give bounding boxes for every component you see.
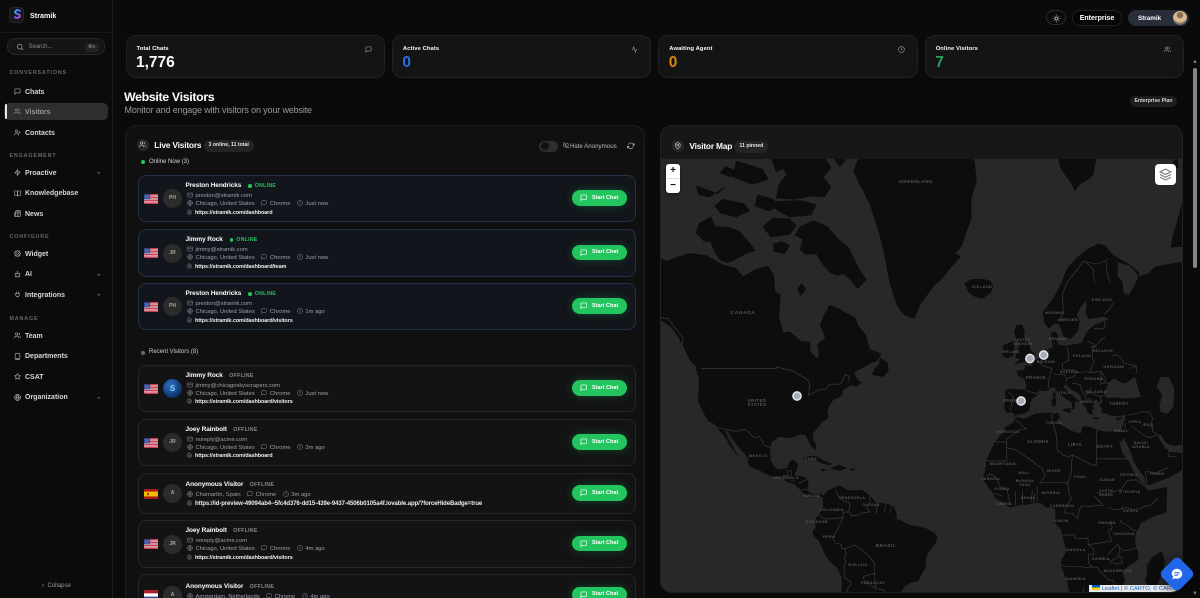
svg-text:SENEGAL: SENEGAL (981, 477, 1000, 481)
svg-text:TANZANIA: TANZANIA (1113, 532, 1135, 536)
svg-text:POLAND: POLAND (1073, 354, 1092, 358)
svg-text:GUATEMALA: GUATEMALA (773, 476, 799, 480)
svg-text:MOROCCO: MOROCCO (996, 430, 1019, 434)
svg-text:ARABIA: ARABIA (1132, 444, 1150, 449)
svg-text:ECUADOR: ECUADOR (806, 520, 828, 524)
svg-text:TURKEY: TURKEY (1109, 401, 1128, 406)
svg-text:YEMEN: YEMEN (1150, 472, 1165, 476)
svg-text:GUINEA: GUINEA (994, 487, 1010, 491)
svg-text:KINGDOM: KINGDOM (1013, 342, 1032, 346)
svg-text:LIBERIA: LIBERIA (996, 502, 1012, 506)
svg-text:ETHIOPIA: ETHIOPIA (1119, 490, 1140, 494)
svg-text:NORWAY: NORWAY (1045, 310, 1065, 315)
svg-text:SWEDEN: SWEDEN (1058, 317, 1078, 322)
svg-text:DENMARK: DENMARK (1049, 337, 1069, 341)
svg-text:SPAIN: SPAIN (1003, 398, 1017, 403)
svg-text:BELGIUM: BELGIUM (1037, 360, 1055, 364)
svg-text:SUDAN: SUDAN (1099, 493, 1113, 497)
svg-text:FINLAND: FINLAND (1092, 297, 1113, 302)
svg-text:RWANDA: RWANDA (1098, 521, 1116, 525)
svg-text:NIGER: NIGER (1047, 469, 1061, 473)
svg-text:EGYPT: EGYPT (1097, 444, 1113, 449)
svg-text:COLOMBIA: COLOMBIA (820, 508, 844, 512)
svg-text:VENEZUELA: VENEZUELA (839, 496, 866, 500)
svg-text:STATES: STATES (748, 402, 767, 407)
svg-text:CHAD: CHAD (1074, 475, 1087, 479)
svg-text:NIGERIA: NIGERIA (1042, 491, 1061, 495)
svg-text:ROMANIA: ROMANIA (1084, 377, 1104, 381)
svg-text:ERITREA: ERITREA (1120, 473, 1138, 477)
svg-text:MALI: MALI (1019, 471, 1030, 475)
svg-text:KENYA: KENYA (1123, 509, 1138, 513)
svg-text:ZAMBIA: ZAMBIA (1092, 556, 1110, 561)
svg-text:GREENLAND: GREENLAND (899, 179, 933, 184)
svg-text:GHANA: GHANA (1021, 496, 1036, 500)
svg-text:MEXICO: MEXICO (749, 453, 767, 458)
svg-text:TUNISIA: TUNISIA (1046, 421, 1062, 425)
svg-text:IRELAND: IRELAND (1002, 350, 1020, 354)
svg-text:ANGOLA: ANGOLA (1066, 547, 1086, 552)
svg-text:ALGERIA: ALGERIA (1027, 439, 1049, 444)
svg-text:ISRAEL: ISRAEL (1114, 429, 1129, 433)
svg-text:PARAGUAY: PARAGUAY (861, 581, 885, 585)
svg-text:GABON: GABON (1053, 519, 1068, 523)
svg-text:MAURITANIA: MAURITANIA (990, 462, 1016, 466)
svg-text:MOZAMBIQUE: MOZAMBIQUE (1104, 569, 1133, 573)
svg-text:BRAZIL: BRAZIL (876, 543, 896, 548)
svg-text:FRANCE: FRANCE (1026, 375, 1046, 380)
svg-text:SUDAN: SUDAN (1099, 478, 1115, 482)
svg-text:ICELAND: ICELAND (972, 284, 993, 289)
svg-text:UKRAINE: UKRAINE (1103, 364, 1124, 369)
svg-text:CUBA: CUBA (805, 457, 817, 461)
svg-text:BULGARIA: BULGARIA (1086, 390, 1107, 394)
svg-text:IRAQ: IRAQ (1142, 423, 1153, 427)
svg-text:CAMEROON: CAMEROON (1050, 504, 1074, 508)
svg-text:GREECE: GREECE (1080, 400, 1098, 404)
svg-text:NAMIBIA: NAMIBIA (1066, 576, 1086, 581)
svg-text:FASO: FASO (1020, 483, 1031, 487)
svg-text:LIBYA: LIBYA (1068, 442, 1082, 447)
svg-text:BELARUS: BELARUS (1093, 349, 1113, 353)
svg-text:CANADA: CANADA (731, 310, 756, 316)
svg-text:BOLIVIA: BOLIVIA (848, 562, 867, 567)
svg-text:PERU: PERU (823, 534, 836, 539)
svg-text:GUYANA: GUYANA (862, 503, 880, 507)
svg-text:SYRIA: SYRIA (1129, 420, 1142, 424)
svg-text:ITALY: ITALY (1059, 391, 1071, 395)
svg-text:AUSTRIA: AUSTRIA (1060, 370, 1079, 374)
svg-text:PANAMA: PANAMA (803, 494, 821, 498)
